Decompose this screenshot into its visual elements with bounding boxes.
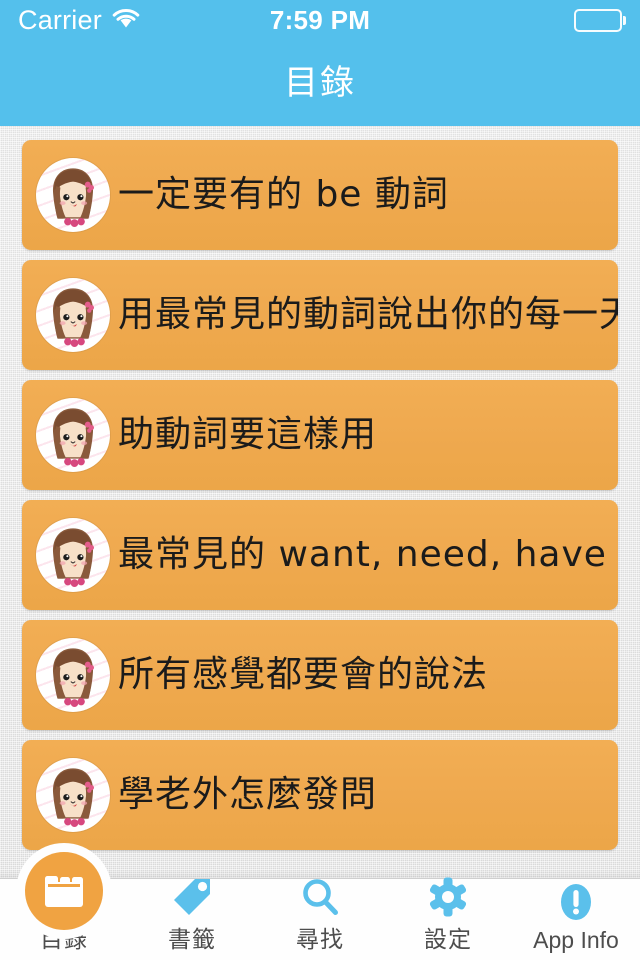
search-icon [299,876,341,918]
list-item[interactable]: 最常見的 want, need, have [22,500,618,610]
list-item-title: 一定要有的 be 動詞 [118,174,449,215]
list-item[interactable]: 助動詞要這樣用 [22,380,618,490]
tab-search[interactable]: 尋找 [256,879,384,960]
girl-avatar-icon [36,278,110,352]
tab-app-info[interactable]: App Info [512,879,640,960]
list-item-title: 用最常見的動詞說出你的每一天 [118,294,618,335]
battery-icon [574,8,626,32]
list-item[interactable]: 所有感覺都要會的說法 [22,620,618,730]
girl-avatar-icon [36,398,110,472]
tab-label-settings: 設定 [424,927,472,953]
list-item-title: 學老外怎麼發問 [118,774,378,815]
status-bar-clock: 7:59 PM [269,4,371,35]
tab-catalog[interactable]: 目錄 [0,843,128,960]
status-bar: Carrier 7:59 PM [0,0,640,40]
girl-avatar-icon [36,638,110,712]
info-icon [555,879,597,925]
list-item[interactable]: 一定要有的 be 動詞 [22,140,618,250]
tab-bookmarks[interactable]: 書籤 [128,879,256,960]
tab-settings[interactable]: 設定 [384,876,512,960]
chapter-list[interactable]: 一定要有的 be 動詞 用最常見的動詞說出你的每一天 助動詞要這樣用 最常見的 … [0,126,640,878]
girl-avatar-icon [36,518,110,592]
girl-avatar-icon [36,158,110,232]
list-item[interactable]: 用最常見的動詞說出你的每一天 [22,260,618,370]
gear-icon [427,876,469,918]
tab-label-bookmarks: 書籤 [168,927,216,953]
tag-icon [171,876,213,918]
list-item[interactable]: 學老外怎麼發問 [22,740,618,850]
tab-bar: 目錄 書籤 尋找 設定 App Info [0,843,640,960]
girl-avatar-icon [36,758,110,832]
list-item-title: 所有感覺都要會的說法 [118,654,489,695]
page-title: 目錄 [284,63,356,103]
tab-label-app-info: App Info [533,927,619,953]
catalog-icon [25,852,103,930]
app-screen: 目錄 Carrier 7:59 PM 一定要有的 be 動詞 用最常見的動詞說出… [0,0,640,960]
tab-label-search: 尋找 [296,927,344,953]
list-item-title: 助動詞要這樣用 [118,414,378,455]
list-item-title: 最常見的 want, need, have [118,534,607,575]
